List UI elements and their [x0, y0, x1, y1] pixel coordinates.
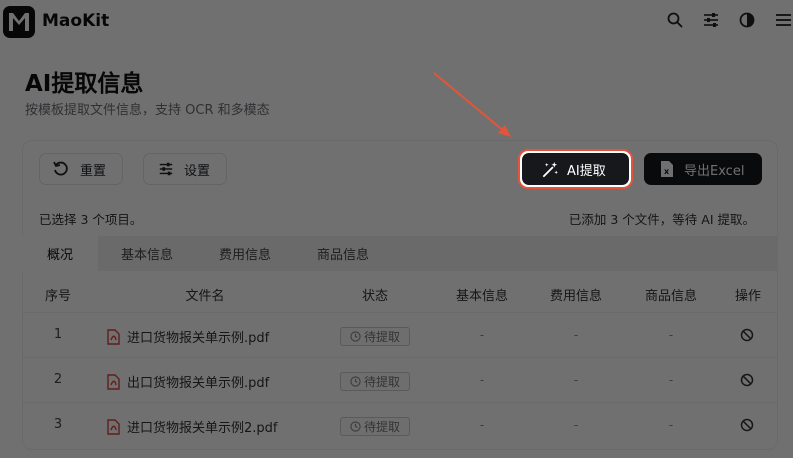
pointer-arrow	[433, 72, 511, 137]
